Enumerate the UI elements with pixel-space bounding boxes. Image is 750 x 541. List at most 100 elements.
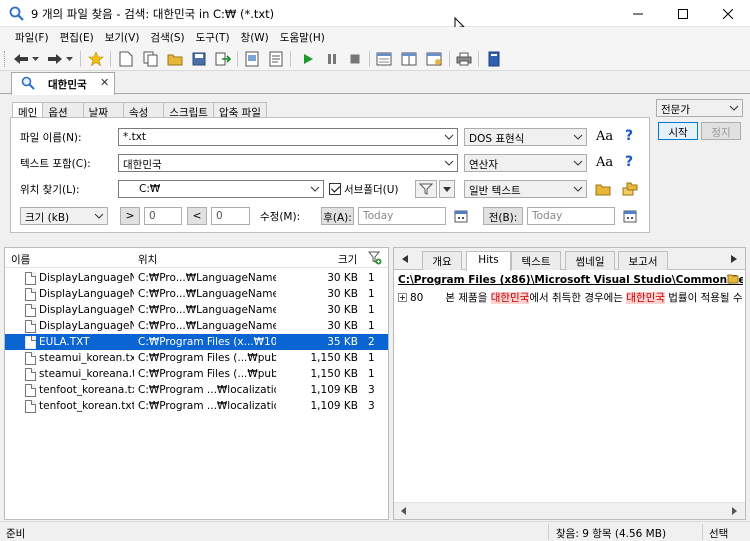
copy-document-icon[interactable] bbox=[142, 50, 160, 68]
mode-select[interactable]: 전문가 bbox=[656, 99, 743, 117]
scroll-left-icon[interactable] bbox=[396, 503, 410, 519]
stop-icon[interactable] bbox=[346, 50, 364, 68]
size-max-input[interactable]: 0 bbox=[211, 207, 250, 225]
size-unit-select[interactable]: 크기 (kB) bbox=[20, 207, 108, 225]
properties-icon[interactable] bbox=[267, 50, 285, 68]
view-options-icon[interactable] bbox=[425, 50, 443, 68]
tab-overview[interactable]: 개요 bbox=[422, 251, 462, 270]
text-contains-value: 대한민국 bbox=[123, 159, 162, 171]
print-icon[interactable] bbox=[455, 50, 473, 68]
title-bar: 9 개의 파일 찾음 - 검색: 대한민국 in C:₩ (*.txt) bbox=[0, 0, 750, 27]
table-row[interactable]: steamui_korean.txt C:₩Program Files (...₩… bbox=[5, 350, 388, 366]
column-name[interactable]: 이름 bbox=[11, 252, 30, 267]
location-input[interactable]: C:₩ bbox=[118, 180, 324, 198]
view-details-icon[interactable] bbox=[375, 50, 393, 68]
column-size[interactable]: 크기 bbox=[338, 252, 357, 267]
close-button[interactable] bbox=[705, 0, 750, 27]
horizontal-scrollbar[interactable] bbox=[394, 502, 745, 519]
filter-dropdown-icon[interactable] bbox=[439, 180, 455, 198]
text-contains-input[interactable]: 대한민국 bbox=[118, 154, 458, 172]
after-date-input[interactable]: Today bbox=[358, 207, 446, 225]
row-size: 1,109 KB bbox=[310, 384, 359, 396]
filter-icon[interactable] bbox=[415, 180, 437, 198]
filename-mode-value: DOS 표현식 bbox=[469, 133, 525, 145]
text-mode-select[interactable]: 연산자 bbox=[464, 154, 587, 172]
after-button[interactable]: 후(A): bbox=[321, 207, 354, 225]
help-icon[interactable]: ? bbox=[625, 154, 633, 170]
help-book-icon[interactable] bbox=[485, 50, 503, 68]
menu-search[interactable]: 검색(S) bbox=[145, 27, 190, 47]
text-file-icon bbox=[25, 304, 36, 317]
favorites-star-icon[interactable] bbox=[87, 50, 105, 68]
calendar-icon[interactable] bbox=[452, 207, 470, 225]
text-type-select[interactable]: 일반 텍스트 bbox=[464, 180, 587, 198]
before-date-input[interactable]: Today bbox=[527, 207, 615, 225]
start-button[interactable]: 시작 bbox=[658, 122, 698, 140]
tab-thumbnail[interactable]: 썸네일 bbox=[565, 251, 615, 270]
maximize-button[interactable] bbox=[660, 0, 705, 27]
calendar-icon[interactable] bbox=[621, 207, 639, 225]
table-row[interactable]: tenfoot_koreana.txt C:₩Program ...₩locali… bbox=[5, 382, 388, 398]
open-file-icon[interactable] bbox=[726, 272, 740, 286]
close-tab-icon[interactable]: ✕ bbox=[100, 76, 109, 89]
hit-line[interactable]: 80 본 제품을 대한민국에서 취득한 경우에는 대한민국 법률이 적용될 수 bbox=[398, 290, 743, 305]
help-icon[interactable]: ? bbox=[625, 128, 633, 144]
scroll-right-icon[interactable] bbox=[725, 250, 743, 268]
forward-dropdown-icon[interactable] bbox=[64, 50, 74, 68]
case-sensitive-toggle[interactable]: Aa bbox=[596, 129, 613, 144]
modified-label: 수정(M): bbox=[260, 211, 301, 223]
table-row[interactable]: tenfoot_korean.txt C:₩Program ...₩localiz… bbox=[5, 398, 388, 414]
menu-file[interactable]: 파일(F) bbox=[10, 27, 55, 47]
save-disk-icon[interactable] bbox=[190, 50, 208, 68]
pause-icon[interactable] bbox=[323, 50, 341, 68]
minimize-button[interactable] bbox=[615, 0, 660, 27]
row-size: 1,150 KB bbox=[310, 352, 359, 364]
table-row[interactable]: EULA.TXT C:₩Program Files (x...₩1042₩ 35 K… bbox=[5, 334, 388, 350]
menu-view[interactable]: 보기(V) bbox=[100, 27, 146, 47]
row-hit-count: 1 bbox=[368, 352, 375, 364]
document-tab[interactable]: 대한민국 ✕ bbox=[11, 72, 115, 95]
menu-window[interactable]: 창(W) bbox=[236, 27, 275, 47]
menu-tools[interactable]: 도구(T) bbox=[191, 27, 236, 47]
size-min-input[interactable]: 0 bbox=[144, 207, 182, 225]
table-row[interactable]: steamui_koreana.txt C:₩Program Files (...… bbox=[5, 366, 388, 382]
back-arrow-icon[interactable] bbox=[12, 50, 30, 68]
filename-input[interactable]: *.txt bbox=[118, 128, 458, 146]
tab-text[interactable]: 텍스트 bbox=[511, 251, 561, 270]
table-row[interactable]: DisplayLanguageN... C:₩Pro...₩LanguageNam… bbox=[5, 302, 388, 318]
size-greater-button[interactable]: > bbox=[120, 207, 140, 225]
table-row[interactable]: DisplayLanguageN... C:₩Pro...₩LanguageNam… bbox=[5, 286, 388, 302]
expand-icon[interactable] bbox=[398, 293, 407, 302]
back-dropdown-icon[interactable] bbox=[30, 50, 40, 68]
menu-help[interactable]: 도움말(H) bbox=[275, 27, 331, 47]
subfolders-checkbox[interactable] bbox=[329, 183, 341, 195]
scroll-right-icon[interactable] bbox=[727, 503, 741, 519]
before-button[interactable]: 전(B): bbox=[483, 207, 523, 225]
row-file-name: DisplayLanguageN... bbox=[39, 288, 134, 300]
tab-report[interactable]: 보고서 bbox=[618, 251, 668, 270]
row-hit-count: 1 bbox=[368, 304, 375, 316]
size-less-button[interactable]: < bbox=[187, 207, 207, 225]
stop-button[interactable]: 정지 bbox=[701, 122, 741, 140]
status-selection: 선택 bbox=[709, 528, 729, 540]
export-icon[interactable] bbox=[214, 50, 232, 68]
report-icon[interactable] bbox=[243, 50, 261, 68]
scroll-left-icon[interactable] bbox=[396, 250, 414, 268]
row-hit-count: 2 bbox=[368, 336, 375, 348]
open-folder-icon[interactable] bbox=[166, 50, 184, 68]
column-location[interactable]: 위치 bbox=[138, 252, 157, 267]
table-row[interactable]: DisplayLanguageN... C:₩Pro...₩LanguageNam… bbox=[5, 318, 388, 334]
menu-edit[interactable]: 편집(E) bbox=[55, 27, 100, 47]
browse-folder-icon[interactable] bbox=[594, 180, 612, 198]
forward-arrow-icon[interactable] bbox=[46, 50, 64, 68]
tab-hits[interactable]: Hits bbox=[466, 251, 511, 271]
row-hit-count: 1 bbox=[368, 288, 375, 300]
play-icon[interactable] bbox=[299, 50, 317, 68]
new-document-icon[interactable] bbox=[117, 50, 135, 68]
case-sensitive-toggle[interactable]: Aa bbox=[596, 155, 613, 170]
view-split-icon[interactable] bbox=[400, 50, 418, 68]
filename-mode-select[interactable]: DOS 표현식 bbox=[464, 128, 587, 146]
folder-list-icon[interactable] bbox=[621, 180, 639, 198]
filter-add-icon[interactable] bbox=[366, 249, 384, 267]
table-row[interactable]: DisplayLanguageN... C:₩Pro...₩LanguageNam… bbox=[5, 270, 388, 286]
